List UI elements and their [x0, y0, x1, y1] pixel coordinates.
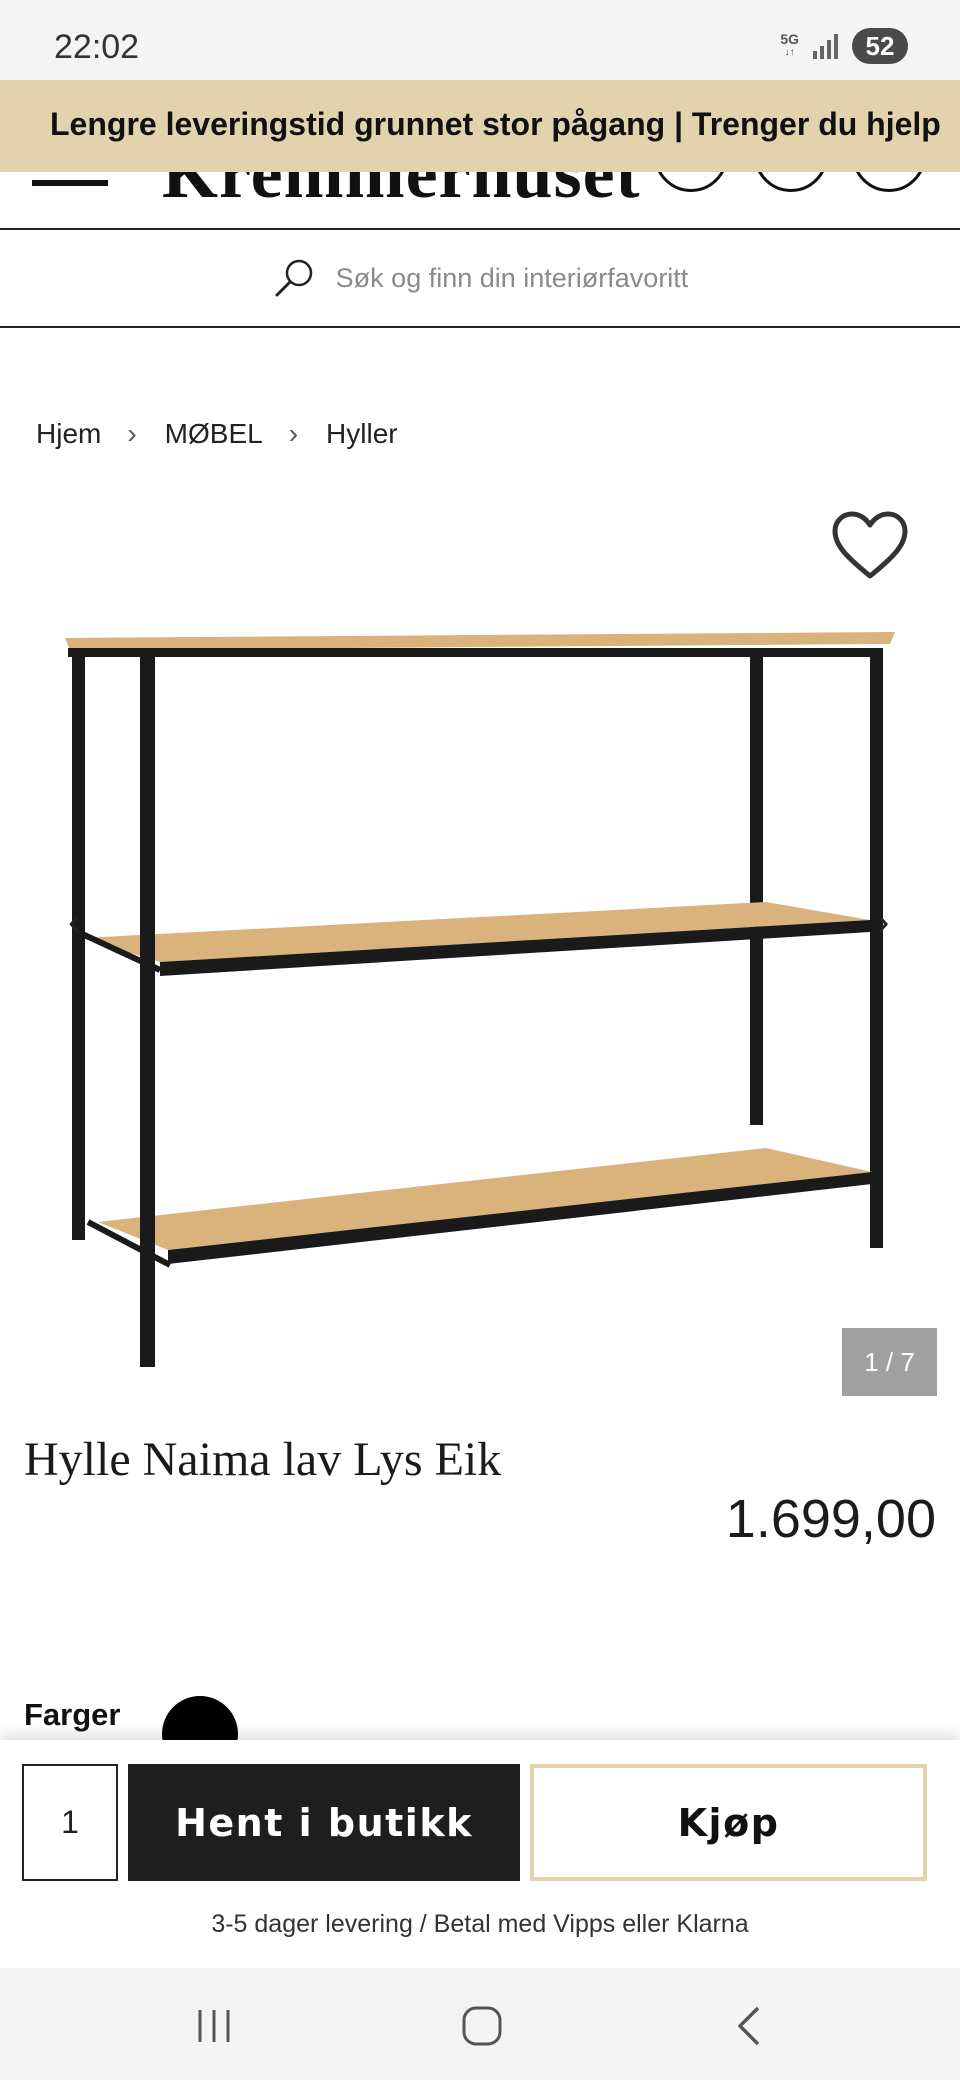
wishlist-heart-icon[interactable] — [830, 510, 910, 582]
recent-apps-icon[interactable] — [184, 1996, 244, 2056]
buy-button[interactable]: Kjøp — [530, 1764, 927, 1881]
gallery-next-arrow[interactable]: › — [876, 900, 889, 945]
promo-banner[interactable]: Lengre leveringstid grunnet stor pågang … — [0, 80, 960, 172]
product-image[interactable] — [60, 610, 910, 1390]
search-placeholder: Søk og finn din interiørfavoritt — [335, 262, 689, 293]
quantity-input[interactable] — [22, 1764, 118, 1881]
home-icon[interactable] — [452, 1996, 512, 2056]
status-bar: 22:02 5G ↓↑ 52 — [0, 0, 960, 80]
status-icons: 5G ↓↑ 52 — [780, 28, 908, 64]
gallery-prev-arrow[interactable]: ‹ — [68, 900, 81, 945]
breadcrumb-home[interactable]: Hjem — [36, 418, 101, 450]
buy-bar: Hent i butikk Kjøp 3-5 dager levering / … — [0, 1740, 960, 1968]
promo-text: Lengre leveringstid grunnet stor pågang … — [50, 106, 941, 142]
search-bar[interactable]: Søk og finn din interiørfavoritt — [0, 230, 960, 328]
breadcrumb-furniture[interactable]: MØBEL — [165, 418, 263, 450]
network-label: 5G — [780, 31, 799, 47]
system-nav-bar — [0, 1968, 960, 2080]
breadcrumb: Hjem › MØBEL › Hyller — [36, 418, 398, 450]
signal-icon — [813, 33, 838, 59]
network-5g-icon: 5G ↓↑ — [780, 31, 799, 58]
breadcrumb-shelves[interactable]: Hyller — [326, 418, 398, 450]
delivery-info: 3-5 dager levering / Betal med Vipps ell… — [211, 1910, 749, 1938]
back-icon[interactable] — [720, 1996, 780, 2056]
breadcrumb-separator: › — [288, 418, 299, 449]
search-icon — [275, 259, 312, 297]
product-title: Hylle Naima lav Lys Eik — [24, 1433, 502, 1486]
status-time: 22:02 — [54, 28, 140, 66]
breadcrumb-separator: › — [127, 418, 137, 449]
colors-label: Farger — [24, 1697, 121, 1732]
menu-icon[interactable] — [32, 180, 108, 186]
pickup-in-store-button[interactable]: Hent i butikk — [128, 1764, 520, 1881]
product-price: 1.699,00 — [725, 1489, 936, 1549]
gallery-counter: 1 / 7 — [842, 1328, 937, 1396]
battery-icon: 52 — [852, 28, 908, 64]
